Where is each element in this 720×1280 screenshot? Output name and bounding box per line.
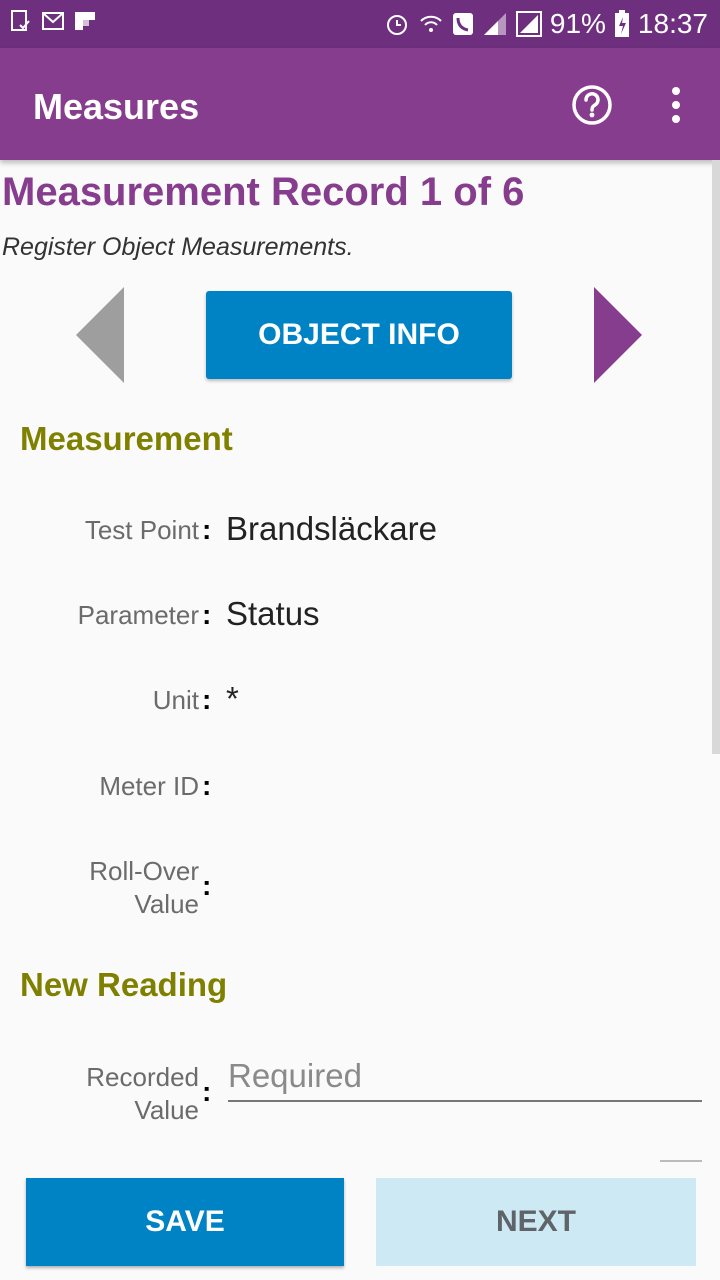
- help-icon[interactable]: [571, 84, 613, 126]
- next-button[interactable]: NEXT: [376, 1178, 696, 1266]
- label-colon: :: [202, 684, 212, 715]
- signal-icon: [515, 11, 542, 37]
- more-vert-icon[interactable]: [660, 84, 692, 126]
- system-status: 91% 18:37: [384, 6, 708, 42]
- alarm-icon: [386, 15, 407, 35]
- recorded-value-input[interactable]: [228, 1052, 702, 1102]
- label-colon: :: [202, 870, 212, 901]
- app-title: Measures: [33, 86, 200, 127]
- new-reading-section-title: New Reading: [20, 966, 228, 1003]
- recorded-value-label: Recorded Value: [86, 1062, 199, 1125]
- parameter-value: Status: [226, 595, 320, 632]
- flipboard-icon: [75, 12, 95, 30]
- notification-icons: [10, 10, 96, 32]
- next-record-arrow-icon[interactable]: [594, 287, 642, 383]
- label-colon: :: [202, 599, 212, 630]
- battery-percent: 91%: [549, 8, 606, 39]
- label-colon: :: [202, 1076, 212, 1107]
- scrollbar[interactable]: [712, 160, 720, 754]
- meter-id-label: Meter ID: [99, 771, 199, 801]
- phone-icon: [452, 13, 473, 35]
- notification-doc-icon: [11, 10, 30, 31]
- parameter-label: Parameter: [77, 600, 199, 630]
- test-point-label: Test Point: [84, 515, 199, 545]
- object-info-button[interactable]: OBJECT INFO: [206, 291, 512, 379]
- wifi-call-icon: [420, 15, 442, 32]
- battery-charging-icon: [614, 10, 629, 37]
- gmail-icon: [42, 12, 64, 30]
- status-bar: 91% 18:37: [0, 0, 720, 48]
- page-subtitle: Register Object Measurements.: [2, 233, 354, 261]
- label-colon: :: [202, 770, 212, 801]
- unit-value: *: [226, 680, 239, 717]
- measurement-section-title: Measurement: [20, 420, 233, 457]
- roll-over-value-label: Roll-Over Value: [89, 856, 199, 919]
- previous-record-arrow-icon[interactable]: [76, 287, 124, 383]
- unit-label: Unit: [152, 685, 199, 715]
- label-colon: :: [202, 514, 212, 545]
- page-title: Measurement Record 1 of 6: [2, 170, 525, 214]
- clock: 18:37: [637, 8, 708, 39]
- save-button[interactable]: SAVE: [26, 1178, 344, 1266]
- test-point-value: Brandsläckare: [226, 510, 437, 547]
- signal-icon: [483, 13, 506, 35]
